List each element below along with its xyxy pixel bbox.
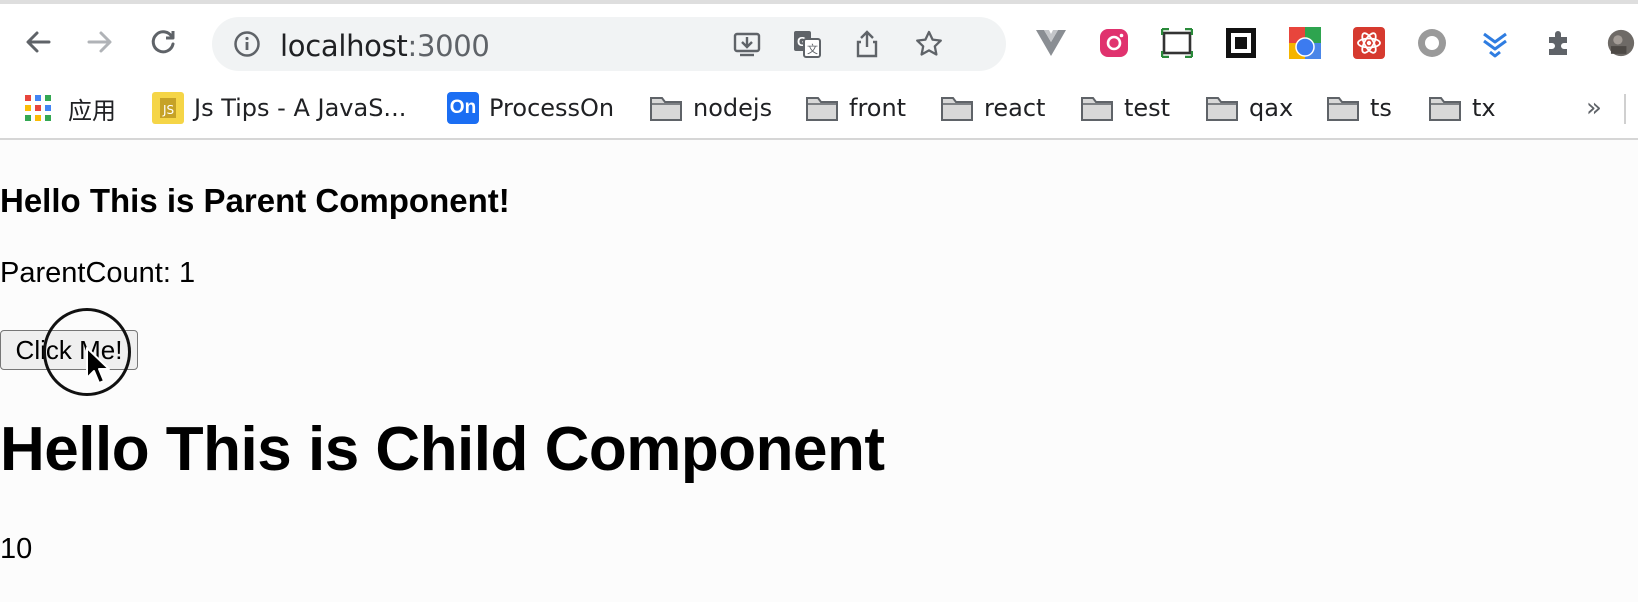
install-icon[interactable]	[730, 27, 764, 61]
bookmark-folder-front[interactable]: front	[805, 89, 906, 127]
bookmark-folder-qax[interactable]: qax	[1205, 89, 1293, 127]
bookmark-js-tips[interactable]: JS Js Tips - A JavaS...	[152, 89, 406, 127]
folder-icon	[1429, 97, 1461, 121]
translate-icon[interactable]: G文	[790, 27, 824, 61]
reload-icon	[151, 30, 175, 54]
bookmark-folder-nodejs[interactable]: nodejs	[649, 89, 772, 127]
screenshot-icon[interactable]	[1160, 26, 1194, 60]
bookmarks-overflow-button[interactable]: »	[1586, 89, 1602, 127]
share-icon[interactable]	[850, 27, 884, 61]
bookmark-label: qax	[1249, 94, 1294, 122]
folder-icon	[941, 97, 973, 121]
bookmark-label: test	[1124, 94, 1171, 122]
browser-toolbar: localhost:3000 G文	[0, 0, 1638, 80]
bookmark-label: Js Tips - A JavaS...	[194, 94, 407, 122]
forward-button[interactable]	[80, 22, 120, 62]
parent-heading: Hello This is Parent Component!	[0, 182, 510, 219]
back-button[interactable]	[18, 22, 58, 62]
bookmark-folder-test[interactable]: test	[1080, 89, 1170, 127]
child-heading: Hello This is Child Component	[0, 415, 885, 484]
bookmark-label: tx	[1472, 94, 1496, 122]
page-content: Hello This is Parent Component! ParentCo…	[0, 140, 1638, 602]
folder-icon	[806, 97, 838, 121]
svg-text:文: 文	[807, 42, 818, 56]
bookmark-label: ts	[1370, 94, 1392, 122]
parent-count: ParentCount: 1	[0, 257, 196, 289]
record-icon[interactable]	[1415, 26, 1449, 60]
bookmark-label: nodejs	[693, 94, 773, 122]
apps-label: 应用	[68, 96, 116, 125]
reload-button[interactable]	[143, 22, 183, 62]
color-picker-icon[interactable]	[1288, 26, 1322, 60]
bookmark-folder-ts[interactable]: ts	[1326, 89, 1392, 127]
info-icon[interactable]	[230, 27, 264, 61]
apps-shortcut[interactable]: 应用	[24, 89, 116, 127]
url-text[interactable]: localhost:3000	[280, 29, 490, 63]
folder-icon	[1327, 97, 1359, 121]
js-tips-icon: JS	[152, 92, 184, 124]
folder-icon	[1206, 97, 1238, 121]
download-icon[interactable]	[1478, 26, 1512, 60]
bookmark-folder-react[interactable]: react	[940, 89, 1045, 127]
star-icon[interactable]	[912, 27, 946, 61]
bookmark-label: front	[849, 94, 907, 122]
instagram-icon[interactable]	[1097, 26, 1131, 60]
processon-icon: On	[447, 92, 479, 124]
chevron-double-right-icon: »	[1586, 93, 1602, 123]
bookmark-folder-tx[interactable]: tx	[1428, 89, 1496, 127]
folder-icon	[1081, 97, 1113, 121]
back-icon	[26, 31, 51, 53]
bookmark-processon[interactable]: On ProcessOn	[447, 89, 614, 127]
child-value: 10	[0, 533, 33, 565]
bookmarks-divider	[1624, 94, 1626, 124]
svg-text:JS: JS	[162, 103, 174, 117]
bookmark-label: react	[984, 94, 1046, 122]
bookmarks-bar: 应用 JS Js Tips - A JavaS... On ProcessOn …	[0, 80, 1638, 140]
extensions-icon[interactable]	[1542, 26, 1576, 60]
forward-icon	[87, 31, 112, 53]
bookmark-label: ProcessOn	[489, 94, 615, 122]
react-devtools-icon[interactable]	[1352, 26, 1386, 60]
address-bar[interactable]: localhost:3000 G文	[212, 17, 1006, 71]
profile-avatar[interactable]	[1604, 26, 1638, 60]
apps-grid-icon	[25, 95, 51, 121]
qr-icon[interactable]	[1224, 26, 1258, 60]
click-me-button[interactable]: Click Me!	[0, 330, 138, 370]
vue-devtools-icon[interactable]	[1034, 26, 1068, 60]
folder-icon	[650, 97, 682, 121]
